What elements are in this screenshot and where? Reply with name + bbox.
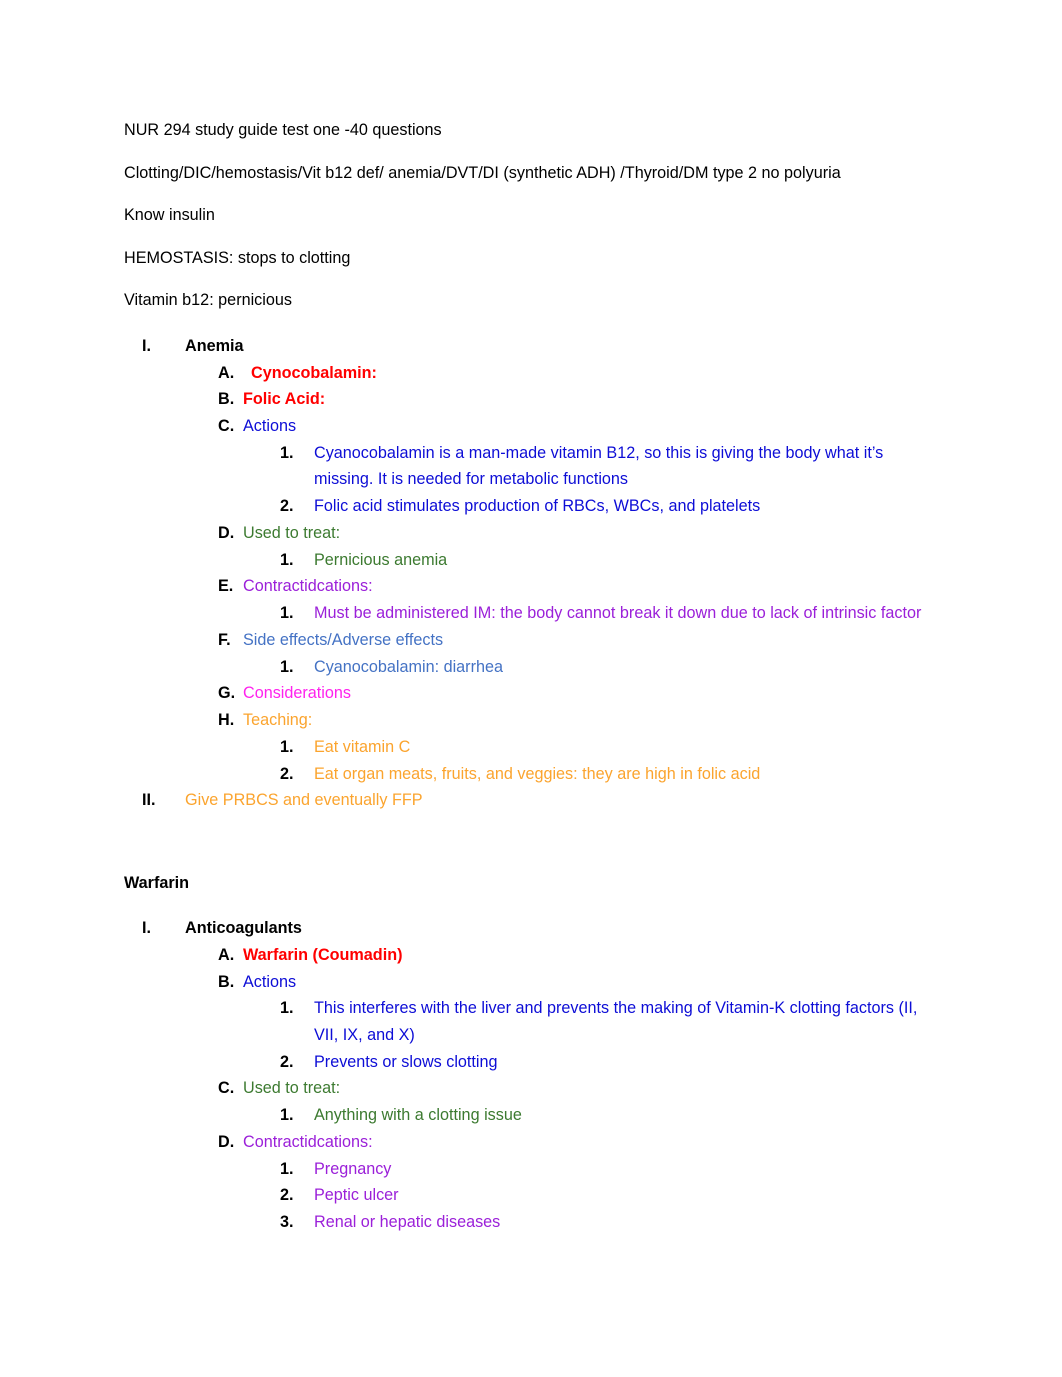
list-marker-1: 1. xyxy=(280,443,294,462)
list-marker-d: D. xyxy=(218,1132,235,1151)
outline-item-used-to-treat-1: 1. Pernicious anemia xyxy=(124,547,936,574)
outline-text-actions: Actions xyxy=(243,417,297,436)
outline-text-diarrhea: Cyanocobalamin: diarrhea xyxy=(314,657,503,676)
outline-text-liver-interference: This interferes with the liver and preve… xyxy=(314,999,918,1044)
outline-item-side-effects-1: 1. Cyanocobalamin: diarrhea xyxy=(124,654,936,681)
outline-text-used-to-treat: Used to treat: xyxy=(243,1079,341,1098)
list-marker-1: 1. xyxy=(280,1159,294,1178)
heading-spacer xyxy=(124,893,936,915)
list-marker-a: A. xyxy=(218,945,235,964)
list-marker-d: D. xyxy=(218,523,235,542)
list-marker-2: 2. xyxy=(280,764,294,783)
outline-item-teaching: H. Teaching: xyxy=(124,707,936,734)
outline-text-anemia: Anemia xyxy=(185,336,244,355)
outline-item-used-to-treat: C. Used to treat: xyxy=(124,1075,936,1102)
outline-text-pernicious-anemia: Pernicious anemia xyxy=(314,550,448,569)
outline-text-give-prbcs: Give PRBCS and eventually FFP xyxy=(185,791,423,810)
outline-item-contraindications: D. Contractidcations: xyxy=(124,1129,936,1156)
list-marker-roman-1: I. xyxy=(142,919,151,938)
list-marker-1: 1. xyxy=(280,604,294,623)
list-marker-1: 1. xyxy=(280,1106,294,1125)
list-marker-g: G. xyxy=(218,684,236,703)
outline-text-teaching: Teaching: xyxy=(243,711,313,730)
outline-item-anticoagulants: I. Anticoagulants xyxy=(124,915,936,942)
document-page: NUR 294 study guide test one -40 questio… xyxy=(0,0,1062,1377)
paragraph-vitamin-b12: Vitamin b12: pernicious xyxy=(124,291,292,310)
list-marker-c: C. xyxy=(218,417,235,436)
outline-text-cynocobalamin: Cynocobalamin: xyxy=(251,363,377,382)
list-marker-roman-2: II. xyxy=(142,791,156,810)
outline-text-actions: Actions xyxy=(243,972,297,991)
list-marker-e: E. xyxy=(218,577,234,596)
outline-item-anemia: I. Anemia xyxy=(124,333,936,360)
list-marker-a: A. xyxy=(218,363,235,382)
outline-text-eat-organ-meats: Eat organ meats, fruits, and veggies: th… xyxy=(314,764,761,783)
paragraph-hemostasis: HEMOSTASIS: stops to clotting xyxy=(124,248,351,267)
outline-text-anticoagulants: Anticoagulants xyxy=(185,919,302,938)
outline-text-administered-im: Must be administered IM: the body cannot… xyxy=(314,604,922,623)
outline-item-contraindications-2: 2. Peptic ulcer xyxy=(124,1182,936,1209)
outline-item-warfarin-coumadin: A. Warfarin (Coumadin) xyxy=(124,942,936,969)
list-marker-1: 1. xyxy=(280,657,294,676)
document-body: NUR 294 study guide test one -40 questio… xyxy=(124,120,936,1236)
list-marker-roman-1: I. xyxy=(142,336,151,355)
outline-text-folic-acid: Folic Acid: xyxy=(243,390,326,409)
outline-item-cynocobalamin: A. Cynocobalamin: xyxy=(124,360,936,387)
outline-item-contraindications-3: 3. Renal or hepatic diseases xyxy=(124,1209,936,1236)
list-marker-3: 3. xyxy=(280,1213,294,1232)
outline-item-actions-1: 1. This interferes with the liver and pr… xyxy=(124,995,936,1048)
outline-item-teaching-2: 2. Eat organ meats, fruits, and veggies:… xyxy=(124,761,936,788)
outline-item-contraindications-1: 1. Pregnancy xyxy=(124,1156,936,1183)
list-marker-f: F. xyxy=(218,630,231,649)
list-marker-h: H. xyxy=(218,711,235,730)
outline-text-contraindications: Contractidcations: xyxy=(243,1132,373,1151)
outline-item-actions-1: 1. Cyanocobalamin is a man-made vitamin … xyxy=(124,440,936,493)
section-heading-warfarin: Warfarin xyxy=(124,874,190,893)
outline-item-give-prbcs: II. Give PRBCS and eventually FFP xyxy=(124,787,936,814)
outline-item-side-effects: F. Side effects/Adverse effects xyxy=(124,627,936,654)
outline-item-actions: C. Actions xyxy=(124,413,936,440)
outline-text-eat-vitamin-c: Eat vitamin C xyxy=(314,737,411,756)
outline-item-contraindications: E. Contractidcations: xyxy=(124,573,936,600)
list-marker-c: C. xyxy=(218,1079,235,1098)
outline-item-considerations: G. Considerations xyxy=(124,680,936,707)
outline-item-actions: B. Actions xyxy=(124,969,936,996)
outline-text-side-effects: Side effects/Adverse effects xyxy=(243,630,444,649)
outline-text-contraindications: Contractidcations: xyxy=(243,577,373,596)
outline-item-teaching-1: 1. Eat vitamin C xyxy=(124,734,936,761)
outline-item-contraindications-1: 1. Must be administered IM: the body can… xyxy=(124,600,936,627)
outline-item-folic-acid: B. Folic Acid: xyxy=(124,386,936,413)
paragraph-title: NUR 294 study guide test one -40 questio… xyxy=(124,121,442,139)
list-marker-2: 2. xyxy=(280,1186,294,1205)
outline-text-actions-2: Folic acid stimulates production of RBCs… xyxy=(314,497,761,516)
outline-text-renal-hepatic: Renal or hepatic diseases xyxy=(314,1213,501,1232)
outline-item-actions-2: 2. Folic acid stimulates production of R… xyxy=(124,493,936,520)
paragraph-topics: Clotting/DIC/hemostasis/Vit b12 def/ ane… xyxy=(124,163,841,182)
list-marker-2: 2. xyxy=(280,497,294,516)
outline-item-actions-2: 2. Prevents or slows clotting xyxy=(124,1049,936,1076)
list-marker-b: B. xyxy=(218,972,235,991)
outline-text-prevents-clotting: Prevents or slows clotting xyxy=(314,1052,498,1071)
outline-text-actions-1: Cyanocobalamin is a man-made vitamin B12… xyxy=(314,443,884,489)
paragraph-know-insulin: Know insulin xyxy=(124,206,215,225)
list-marker-1: 1. xyxy=(280,550,294,569)
list-marker-1: 1. xyxy=(280,737,294,756)
outline-text-considerations: Considerations xyxy=(243,684,351,703)
outline-text-warfarin-coumadin: Warfarin (Coumadin) xyxy=(243,945,403,964)
outline-text-clotting-issue: Anything with a clotting issue xyxy=(314,1106,522,1125)
list-marker-2: 2. xyxy=(280,1052,294,1071)
outline-text-peptic-ulcer: Peptic ulcer xyxy=(314,1186,399,1205)
outline-text-used-to-treat: Used to treat: xyxy=(243,523,341,542)
list-marker-1: 1. xyxy=(280,999,294,1018)
outline-item-used-to-treat: D. Used to treat: xyxy=(124,520,936,547)
outline-item-used-to-treat-1: 1. Anything with a clotting issue xyxy=(124,1102,936,1129)
list-marker-b: B. xyxy=(218,390,235,409)
outline-text-pregnancy: Pregnancy xyxy=(314,1159,392,1178)
